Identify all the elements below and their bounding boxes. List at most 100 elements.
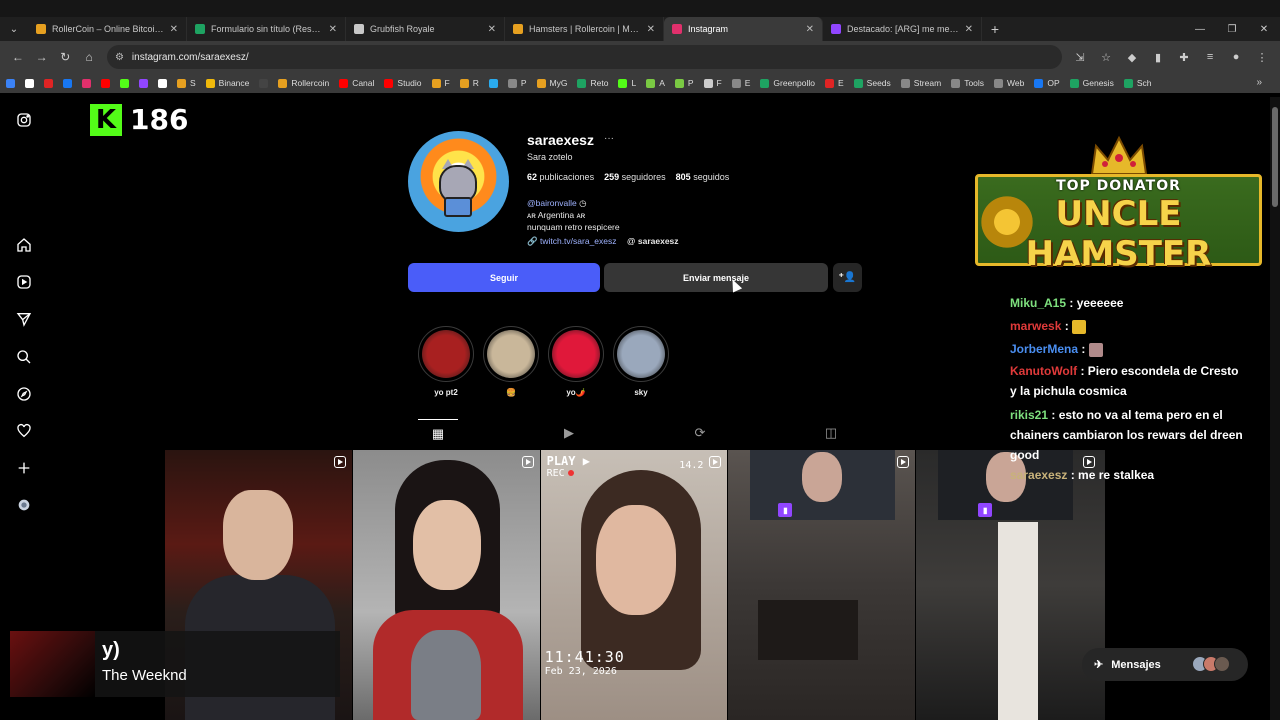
browser-tab[interactable]: Grubfish Royale ✕	[346, 17, 505, 41]
close-window-button[interactable]: ✕	[1248, 17, 1280, 41]
create-plus-icon[interactable]	[13, 457, 35, 479]
bookmark-item[interactable]: Tools	[951, 78, 984, 88]
direct-messages-nav-icon[interactable]	[13, 308, 35, 330]
bookmark-item[interactable]: E	[825, 78, 844, 88]
bookmark-item[interactable]: Rollercoin	[278, 78, 329, 88]
post-tile[interactable]	[352, 450, 540, 720]
bookmark-item[interactable]: Reto	[577, 78, 608, 88]
extensions-puzzle-icon[interactable]: ✚	[1172, 45, 1196, 69]
address-bar[interactable]: ⚙ instagram.com/saraexesz/	[106, 45, 1063, 69]
browser-menu-icon[interactable]: ⋮	[1250, 45, 1274, 69]
close-tab-icon[interactable]: ✕	[647, 24, 655, 35]
bookmark-item[interactable]: P	[507, 78, 527, 88]
bookmark-item[interactable]: MyG	[536, 78, 567, 88]
bookmark-item[interactable]: F	[703, 78, 722, 88]
bookmark-item[interactable]	[120, 78, 129, 88]
profile-options-icon[interactable]: ···	[604, 133, 614, 144]
bookmark-item[interactable]	[25, 78, 34, 88]
bio-mention-link[interactable]: @baironvalle	[527, 198, 577, 208]
profile-external-link[interactable]: twitch.tv/sara_exesz	[540, 236, 617, 246]
minimize-button[interactable]: —	[1184, 17, 1216, 41]
bookmark-item[interactable]: Studio	[384, 78, 422, 88]
maximize-button[interactable]: ❐	[1216, 17, 1248, 41]
send-message-button[interactable]: Enviar mensaje	[604, 263, 828, 292]
bookmark-star-icon[interactable]: ☆	[1094, 45, 1118, 69]
bookmark-item[interactable]	[488, 78, 498, 88]
reels-nav-icon[interactable]	[13, 271, 35, 293]
explore-nav-icon[interactable]	[13, 383, 35, 405]
notifications-heart-icon[interactable]	[13, 420, 35, 442]
followers-stat[interactable]: 259 seguidores	[604, 172, 666, 182]
browser-tab[interactable]: Formulario sin título (Respuestas) ✕	[187, 17, 346, 41]
reposts-tab-icon[interactable]: ⟳	[680, 419, 720, 447]
bookmark-item[interactable]: Genesis	[1069, 78, 1114, 88]
search-nav-icon[interactable]	[13, 346, 35, 368]
profile-avatar[interactable]	[408, 131, 509, 232]
bookmark-item[interactable]	[259, 78, 269, 88]
suggested-users-icon[interactable]: ⁺👤	[833, 263, 862, 292]
forward-icon[interactable]: →	[30, 45, 54, 69]
browser-tab[interactable]: RollerCoin – Online Bitcoin Mining ✕	[28, 17, 187, 41]
bookmark-item[interactable]: OP	[1034, 78, 1060, 88]
bookmark-item[interactable]	[158, 78, 167, 88]
bookmark-item[interactable]: P	[674, 78, 694, 88]
page-scrollbar[interactable]	[1270, 97, 1280, 720]
bookmark-item[interactable]: Seeds	[853, 78, 891, 88]
bookmark-item[interactable]: S	[177, 78, 196, 88]
post-tile[interactable]: ▮	[916, 450, 1105, 720]
instagram-logo-icon[interactable]	[13, 109, 35, 131]
close-tab-icon[interactable]: ✕	[806, 24, 814, 35]
bookmark-item[interactable]	[44, 78, 53, 88]
bookmark-item[interactable]	[6, 78, 15, 88]
extension-fox-icon[interactable]: ◆	[1120, 45, 1144, 69]
bookmark-item[interactable]	[101, 78, 110, 88]
home-nav-icon[interactable]	[13, 234, 35, 256]
follow-button[interactable]: Seguir	[408, 263, 600, 292]
bookmark-item[interactable]: Stream	[900, 78, 941, 88]
new-tab-button[interactable]: +	[982, 17, 1008, 41]
reload-icon[interactable]: ↻	[53, 45, 77, 69]
extension-shield-icon[interactable]: ▮	[1146, 45, 1170, 69]
profile-avatar-icon[interactable]: ●	[1224, 45, 1248, 69]
threads-icon[interactable]: @	[627, 236, 636, 246]
story-highlight[interactable]: yo🌶️	[547, 326, 605, 397]
browser-tab[interactable]: Destacado: [ARG] me meti de ✕	[823, 17, 982, 41]
reels-tab-icon[interactable]: ▶	[549, 419, 589, 447]
messages-button[interactable]: ✈ Mensajes	[1082, 648, 1248, 681]
threads-handle[interactable]: saraexesz	[638, 236, 679, 246]
story-highlight[interactable]: yo pt2	[417, 326, 475, 397]
story-highlight[interactable]: sky	[612, 326, 670, 397]
following-stat[interactable]: 805 seguidos	[676, 172, 730, 182]
browser-tab[interactable]: Instagram ✕	[664, 17, 823, 41]
bookmark-item[interactable]: L	[618, 78, 636, 88]
bookmark-item[interactable]	[63, 78, 72, 88]
bookmark-item[interactable]: Web	[994, 78, 1024, 88]
close-tab-icon[interactable]: ✕	[965, 24, 973, 35]
bookmarks-overflow-icon[interactable]: »	[1256, 77, 1262, 88]
bookmark-item[interactable]: F	[431, 78, 450, 88]
story-highlight[interactable]: 🍔	[482, 326, 540, 397]
home-icon[interactable]: ⌂	[77, 45, 101, 69]
install-app-icon[interactable]: ⇲	[1068, 45, 1092, 69]
bookmark-item[interactable]	[139, 78, 148, 88]
bookmark-item[interactable]: Canal	[339, 78, 374, 88]
bookmark-item[interactable]: R	[459, 78, 479, 88]
bookmark-item[interactable]: Sch	[1123, 78, 1151, 88]
site-info-icon[interactable]: ⚙	[115, 52, 124, 63]
browser-tab[interactable]: Hamsters | Rollercoin | Minar y ✕	[505, 17, 664, 41]
profile-nav-avatar[interactable]	[13, 494, 35, 516]
media-controls-icon[interactable]: ≡	[1198, 45, 1222, 69]
close-tab-icon[interactable]: ✕	[170, 24, 178, 35]
posts-grid-tab-icon[interactable]: ▦	[418, 419, 458, 447]
post-tile[interactable]: PLAY ▶ REC 14.2 11:41:30 Feb 23, 2026	[540, 450, 728, 720]
tagged-tab-icon[interactable]: ◫	[811, 419, 851, 447]
bookmark-item[interactable]: A	[646, 78, 665, 88]
post-tile[interactable]: ▮	[728, 450, 916, 720]
bookmark-item[interactable]: Binance	[205, 78, 249, 88]
tab-search-button[interactable]: ⌄	[0, 17, 28, 41]
close-tab-icon[interactable]: ✕	[488, 24, 496, 35]
bookmark-item[interactable]	[82, 78, 91, 88]
bookmark-item[interactable]: E	[731, 78, 750, 88]
bookmark-item[interactable]: Greenpollo	[760, 78, 815, 88]
close-tab-icon[interactable]: ✕	[329, 24, 337, 35]
